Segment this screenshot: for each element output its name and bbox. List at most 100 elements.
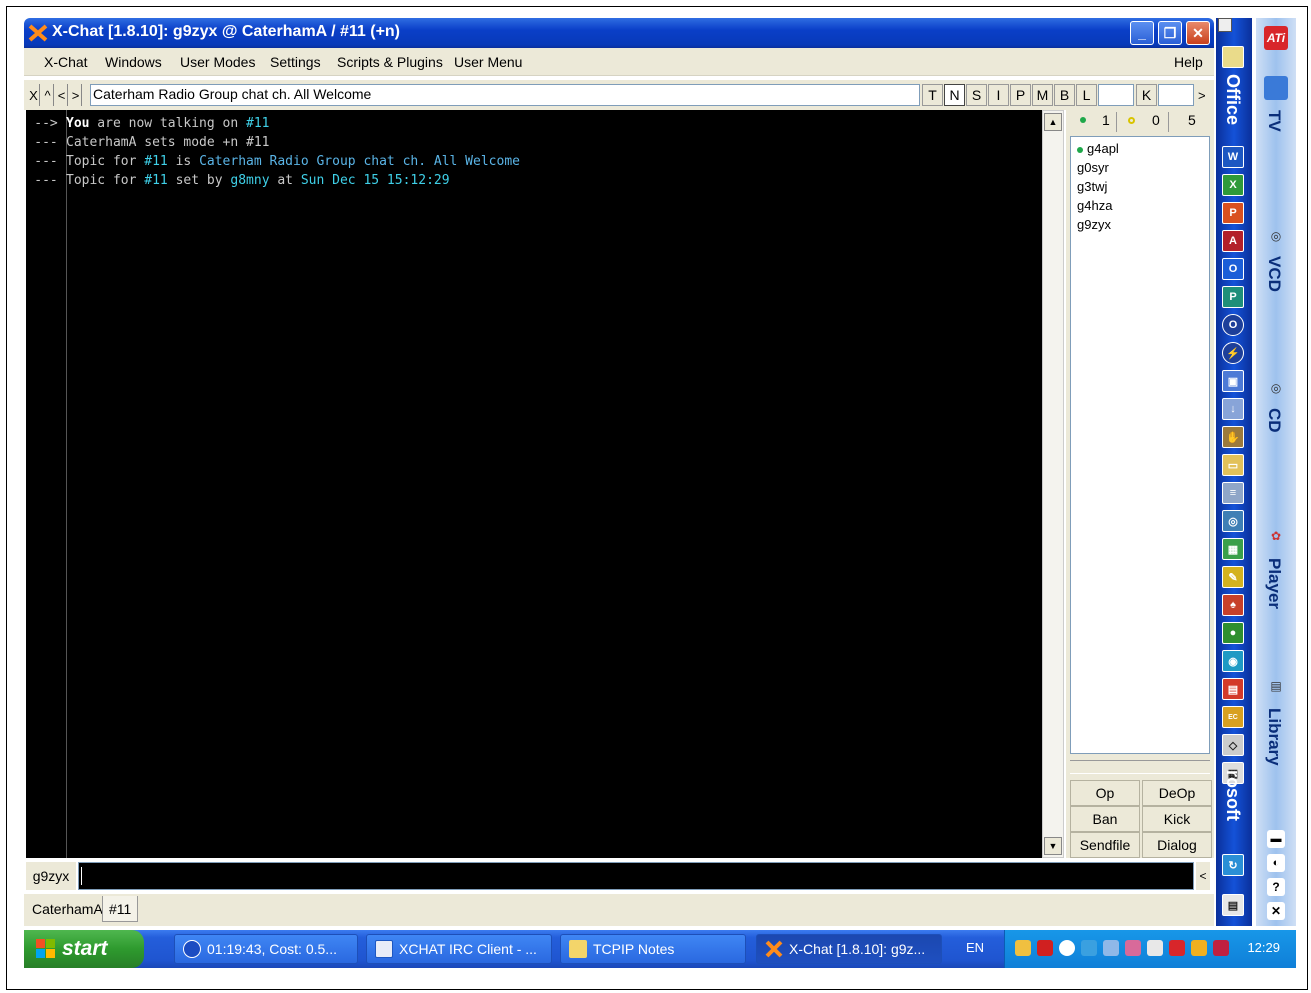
cd-label[interactable]: CD bbox=[1264, 408, 1284, 433]
network-tray-icon[interactable] bbox=[1015, 940, 1031, 956]
task-word-doc[interactable]: XCHAT IRC Client - ... bbox=[366, 934, 552, 964]
image-icon[interactable]: ▦ bbox=[1222, 538, 1244, 560]
language-indicator[interactable]: EN bbox=[966, 940, 984, 955]
scroll-down-arrow[interactable]: ▼ bbox=[1044, 837, 1062, 855]
player-label[interactable]: Player bbox=[1264, 558, 1284, 609]
utility-tray-icon[interactable] bbox=[1191, 940, 1207, 956]
outlook-icon[interactable]: O bbox=[1222, 258, 1244, 280]
pencil-icon[interactable]: ✎ bbox=[1222, 566, 1244, 588]
mode-s-button[interactable]: S bbox=[966, 84, 987, 106]
hand-icon[interactable]: ✋ bbox=[1222, 426, 1244, 448]
kick-button[interactable]: Kick bbox=[1142, 806, 1212, 832]
mode-i-button[interactable]: I bbox=[988, 84, 1009, 106]
publisher-icon[interactable]: P bbox=[1222, 286, 1244, 308]
user-list-item[interactable]: g9zyx bbox=[1077, 215, 1111, 234]
folder-icon[interactable] bbox=[1222, 46, 1244, 68]
message-input[interactable] bbox=[78, 862, 1194, 890]
mode-m-button[interactable]: M bbox=[1032, 84, 1053, 106]
minimize-bar-icon[interactable]: ▬ bbox=[1267, 830, 1285, 848]
vcd-label[interactable]: VCD bbox=[1264, 256, 1284, 292]
tab-caterhama[interactable]: CaterhamA bbox=[26, 896, 109, 922]
disc-tray-icon[interactable] bbox=[1059, 940, 1075, 956]
task-xchat[interactable]: X-Chat [1.8.10]: g9z... bbox=[756, 934, 942, 964]
user-list-item[interactable]: g4hza bbox=[1077, 196, 1112, 215]
mode-b-button[interactable]: B bbox=[1054, 84, 1075, 106]
pin-icon[interactable]: ◐ bbox=[1267, 854, 1285, 872]
menu-help[interactable]: Help bbox=[1174, 54, 1203, 70]
start-button[interactable]: start bbox=[24, 930, 144, 968]
network-icon[interactable]: ◎ bbox=[1222, 510, 1244, 532]
user-list[interactable]: g4apl g0syr g3twj g4hza g9zyx bbox=[1070, 136, 1210, 754]
mode-p-button[interactable]: P bbox=[1010, 84, 1031, 106]
access-icon[interactable]: A bbox=[1222, 230, 1244, 252]
op-button[interactable]: Op bbox=[1070, 780, 1140, 806]
user-list-item[interactable]: g4apl bbox=[1077, 139, 1119, 158]
ati-logo-icon[interactable]: ATi bbox=[1264, 26, 1288, 50]
menu-user-menu[interactable]: User Menu bbox=[454, 54, 522, 70]
document-icon[interactable]: ≡ bbox=[1222, 482, 1244, 504]
lightning-icon[interactable]: ⚡ bbox=[1222, 342, 1244, 364]
title-bar[interactable]: X-Chat [1.8.10]: g9zyx @ CaterhamA / #11… bbox=[24, 18, 1214, 48]
help-icon[interactable]: ? bbox=[1267, 878, 1285, 896]
install-icon[interactable]: ↓ bbox=[1222, 398, 1244, 420]
ati-tray-icon[interactable] bbox=[1169, 940, 1185, 956]
excel-icon[interactable]: X bbox=[1222, 174, 1244, 196]
deop-button[interactable]: DeOp bbox=[1142, 780, 1212, 806]
menu-scripts-plugins[interactable]: Scripts & Plugins bbox=[337, 54, 443, 70]
mode-k-button[interactable]: K bbox=[1136, 84, 1157, 106]
eraser-icon[interactable]: ◇ bbox=[1222, 734, 1244, 756]
cards-icon[interactable]: ♠ bbox=[1222, 594, 1244, 616]
limit-field[interactable] bbox=[1098, 84, 1134, 106]
player-icon[interactable]: ✿ bbox=[1264, 524, 1288, 548]
input-arrow[interactable]: < bbox=[1196, 862, 1210, 890]
key-field[interactable] bbox=[1158, 84, 1194, 106]
vcd-disc-icon[interactable]: ◎ bbox=[1264, 224, 1288, 248]
pdf-icon[interactable]: ▤ bbox=[1222, 678, 1244, 700]
maximize-button[interactable]: ❐ bbox=[1158, 21, 1182, 45]
next-tab-button[interactable]: > bbox=[70, 84, 82, 106]
eurocall-icon[interactable]: EC bbox=[1222, 706, 1244, 728]
topic-input[interactable]: Caterham Radio Group chat ch. All Welcom… bbox=[90, 84, 920, 106]
close-tab-button[interactable]: X bbox=[28, 84, 40, 106]
library-label[interactable]: Library bbox=[1264, 708, 1284, 766]
chat-scrollbar[interactable]: ▲ ▼ bbox=[1042, 110, 1064, 858]
mode-l-button[interactable]: L bbox=[1076, 84, 1097, 106]
library-icon[interactable]: ▤ bbox=[1264, 674, 1288, 698]
task-dialup[interactable]: 01:19:43, Cost: 0.5... bbox=[174, 934, 358, 964]
detach-button[interactable]: ^ bbox=[42, 84, 54, 106]
circle-icon[interactable]: O bbox=[1222, 314, 1244, 336]
refresh-icon[interactable]: ↻ bbox=[1222, 854, 1244, 876]
clock[interactable]: 12:29 bbox=[1247, 940, 1280, 955]
messenger-tray-icon[interactable] bbox=[1125, 940, 1141, 956]
mode-n-button[interactable]: N bbox=[944, 84, 965, 106]
scanner-tray-icon[interactable] bbox=[1081, 940, 1097, 956]
close-bar-icon[interactable]: ✕ bbox=[1267, 902, 1285, 920]
word-icon[interactable]: W bbox=[1222, 146, 1244, 168]
ban-button[interactable]: Ban bbox=[1070, 806, 1140, 832]
globe-icon[interactable]: ◉ bbox=[1222, 650, 1244, 672]
speaker-tray-icon[interactable] bbox=[1147, 940, 1163, 956]
task-tcpip-notes[interactable]: TCPIP Notes bbox=[560, 934, 746, 964]
menu-windows[interactable]: Windows bbox=[105, 54, 162, 70]
menu-xchat[interactable]: X-Chat bbox=[44, 54, 88, 70]
menu-settings[interactable]: Settings bbox=[270, 54, 321, 70]
mode-t-button[interactable]: T bbox=[922, 84, 943, 106]
scroll-up-arrow[interactable]: ▲ bbox=[1044, 113, 1062, 131]
tv-label[interactable]: TV bbox=[1264, 110, 1284, 132]
chat-text-area[interactable]: --> You are now talking on #11 --- Caterham… bbox=[26, 110, 1042, 858]
user-list-item[interactable]: g0syr bbox=[1077, 158, 1109, 177]
cd-disc-icon[interactable]: ◎ bbox=[1264, 376, 1288, 400]
prev-tab-button[interactable]: < bbox=[56, 84, 68, 106]
sendfile-button[interactable]: Sendfile bbox=[1070, 832, 1140, 858]
monitor-icon[interactable]: ▣ bbox=[1222, 370, 1244, 392]
panel-splitter[interactable] bbox=[1070, 760, 1210, 774]
nick-button[interactable]: g9zyx bbox=[26, 862, 76, 890]
menu-user-modes[interactable]: User Modes bbox=[180, 54, 255, 70]
zonealarm-tray-icon[interactable] bbox=[1037, 940, 1053, 956]
userlist-toggle-arrow[interactable]: > bbox=[1198, 88, 1206, 103]
office-bar-menu-icon[interactable] bbox=[1218, 18, 1232, 32]
minimize-button[interactable]: _ bbox=[1130, 21, 1154, 45]
tv-screen-icon[interactable] bbox=[1264, 76, 1288, 100]
game-icon[interactable]: ● bbox=[1222, 622, 1244, 644]
tab-11[interactable]: #11 bbox=[102, 896, 139, 922]
